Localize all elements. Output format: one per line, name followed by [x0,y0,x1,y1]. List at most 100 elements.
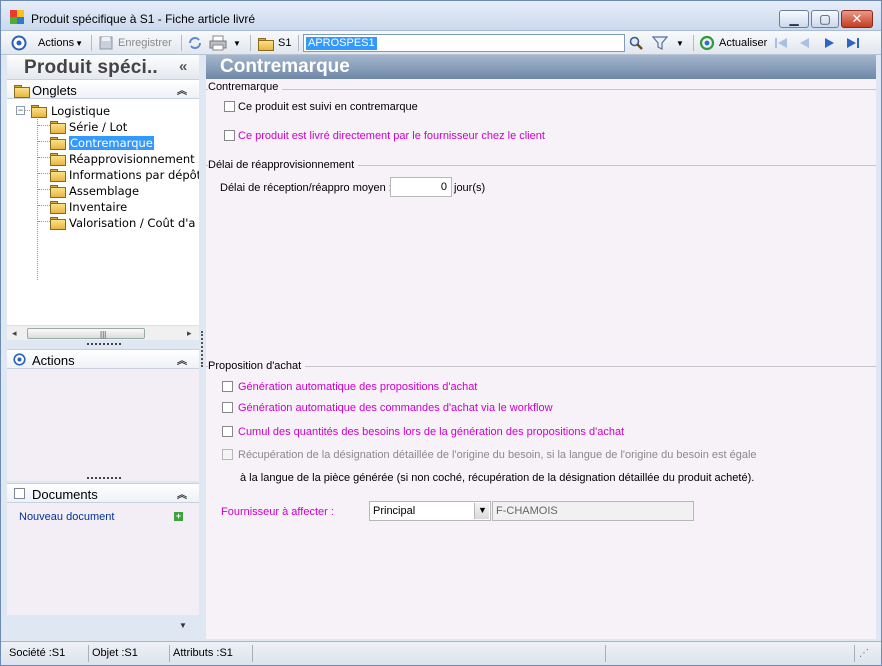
scroll-right-icon[interactable]: ▸ [187,328,192,339]
direct-delivery-checkbox[interactable] [224,130,235,141]
folder-icon [50,169,66,182]
dropdown-arrow-icon: ▼ [676,38,684,48]
refresh-button[interactable]: Actualiser [699,34,767,52]
tabs-section-label: Onglets [32,83,77,98]
refresh-icon [699,35,715,51]
first-record-button[interactable] [773,34,789,52]
tree-item-logistique[interactable]: Logistique [51,104,110,118]
chevron-up-icon[interactable]: ︽ [177,82,187,97]
actions-section-header[interactable]: Actions ︽ [7,349,199,369]
last-record-button[interactable] [845,34,861,52]
filter-icon [652,36,668,50]
cumulate-quantities-checkbox[interactable] [222,426,233,437]
left-panel-footer: ▼ [7,615,199,639]
retrieve-designation-checkbox[interactable] [222,449,233,460]
documents-section-header[interactable]: Documents ︽ [7,483,199,503]
close-icon: ✕ [851,11,863,26]
save-button[interactable]: Enregistrer [98,34,172,52]
auto-orders-workflow-checkbox[interactable] [222,402,233,413]
auto-proposals-label: Génération automatique des propositions … [238,381,478,393]
supplier-label: Fournisseur à affecter : [221,506,334,518]
tree-item[interactable]: Réapprovisionnement [69,152,195,166]
tree-item[interactable]: Série / Lot [69,120,127,134]
site-button[interactable]: S1 [258,34,291,52]
contremarque-group-title: Contremarque [208,81,283,93]
delay-input[interactable]: 0 [390,177,452,197]
search-button[interactable] [628,34,644,52]
auto-orders-workflow-label: Génération automatique des commandes d'a… [238,402,553,414]
product-code-value: APROSPES1 [306,37,377,50]
tree-horizontal-scrollbar[interactable]: ◂ ||| ▸ [7,325,199,340]
vertical-splitter-grip[interactable] [201,331,203,367]
toolbar-separator [298,35,299,51]
dropdown-arrow-icon: ▼ [75,38,83,48]
tree-connector [38,205,50,206]
tree-expander[interactable]: − [16,106,25,115]
retrieve-designation-label: Récupération de la désignation détaillée… [238,449,757,461]
scrollbar-thumb[interactable]: ||| [27,328,145,339]
add-icon[interactable]: + [174,512,183,521]
printer-icon [209,35,227,51]
save-label: Enregistrer [118,37,172,49]
maximize-button[interactable]: ▢ [811,10,839,28]
target-icon[interactable] [11,34,27,52]
tree-item[interactable]: Informations par dépôt [69,168,199,182]
status-cell-empty [607,645,855,662]
folder-icon [50,201,66,214]
status-object: Objet :S1 [90,645,170,662]
print-button[interactable]: ▼ [209,34,241,52]
splitter-grip[interactable] [87,343,121,347]
tabs-section-header[interactable]: Onglets ︽ [7,79,199,99]
folder-icon [258,37,274,51]
next-record-button[interactable] [821,34,837,52]
tree-item[interactable]: Assemblage [69,184,139,198]
auto-proposals-checkbox[interactable] [222,381,233,392]
retrieve-designation-label-continued: à la langue de la pièce générée (si non … [240,472,755,484]
tree-item[interactable]: Contremarque [69,136,154,150]
documents-section-label: Documents [32,487,98,502]
folder-icon [50,217,66,230]
supplier-code-field: F-CHAMOIS [492,501,694,521]
maximize-icon: ▢ [819,12,831,26]
document-icon [14,488,25,499]
toolbar: Actions ▼ Enregistrer ▼ S1 APROSPES1 ▼ A… [1,31,881,55]
new-document-link[interactable]: Nouveau document [19,511,114,523]
scroll-left-icon[interactable]: ◂ [12,328,17,339]
tree-item[interactable]: Valorisation / Coût d'a [69,216,195,230]
site-label: S1 [278,37,292,49]
tree-item[interactable]: Inventaire [69,200,127,214]
folder-icon [50,137,66,150]
minimize-button[interactable]: ▁ [779,10,809,28]
actions-menu-button[interactable]: Actions ▼ [38,34,83,52]
group-divider [206,89,876,90]
app-icon [10,10,24,24]
followed-contremarque-checkbox[interactable] [224,101,235,112]
first-icon [775,38,787,48]
splitter-grip[interactable] [87,477,121,481]
supplier-code-value: F-CHAMOIS [496,505,558,517]
main-panel-header: Contremarque [206,55,876,79]
resize-grip-icon[interactable]: ⋰ [859,648,869,659]
dropdown-arrow-icon: ▼ [233,38,241,48]
product-code-input[interactable]: APROSPES1 [303,34,625,52]
sync-button[interactable] [187,34,203,52]
tabs-tree: − Logistique Série / Lot Contremarque Réap… [7,99,199,325]
tree-connector [38,141,50,142]
application-window: Produit spécifique à S1 - Fiche article … [0,0,882,666]
close-button[interactable]: ✕ [841,10,873,28]
folder-icon [50,153,66,166]
collapse-panel-button[interactable]: « [179,58,187,75]
window-title: Produit spécifique à S1 - Fiche article … [31,12,256,26]
filter-button[interactable]: ▼ [652,34,684,52]
refresh-label: Actualiser [719,37,768,49]
left-panel: Produit spéci.. « Onglets ︽ − Logistique… [7,55,199,639]
previous-record-button[interactable] [797,34,813,52]
chevron-up-icon[interactable]: ︽ [177,486,187,501]
supplier-select[interactable]: Principal ▼ [369,501,491,521]
next-icon [825,38,834,48]
chevron-down-icon[interactable]: ▼ [474,503,489,519]
status-company: Société :S1 [7,645,89,662]
chevron-up-icon[interactable]: ︽ [177,352,187,367]
chevron-down-icon[interactable]: ▼ [179,621,187,630]
group-divider [206,366,876,367]
